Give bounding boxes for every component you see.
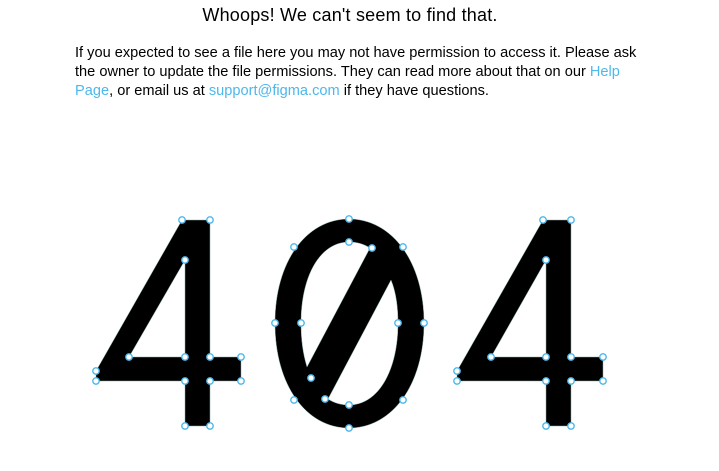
vector-point-handle bbox=[542, 377, 550, 385]
vector-point-handle bbox=[567, 216, 575, 224]
vector-point-handle bbox=[125, 353, 133, 361]
vector-point-handle bbox=[321, 395, 329, 403]
vector-point-handle bbox=[271, 319, 279, 327]
vector-point-handle bbox=[539, 216, 547, 224]
digit-four-right bbox=[456, 219, 604, 427]
vector-point-handle bbox=[345, 401, 353, 409]
error-message: If you expected to see a file here you m… bbox=[75, 44, 645, 101]
vector-point-handle bbox=[206, 216, 214, 224]
vector-point-handle bbox=[181, 353, 189, 361]
vector-point-handle bbox=[399, 243, 407, 251]
404-vector-graphic: 404 bbox=[92, 215, 607, 432]
vector-point-handle bbox=[542, 353, 550, 361]
vector-point-handle bbox=[567, 377, 575, 385]
vector-point-handle bbox=[237, 353, 245, 361]
vector-point-handle bbox=[567, 422, 575, 430]
vector-point-handle bbox=[206, 353, 214, 361]
digit-four-left bbox=[95, 219, 242, 427]
vector-point-handle bbox=[567, 353, 575, 361]
message-text-2: , or email us at bbox=[109, 83, 209, 99]
vector-point-handle bbox=[237, 377, 245, 385]
vector-point-handle bbox=[453, 367, 461, 375]
vector-point-handle bbox=[181, 256, 189, 264]
vector-point-handle bbox=[542, 422, 550, 430]
message-text-1: If you expected to see a file here you m… bbox=[75, 45, 637, 80]
vector-point-handle bbox=[92, 377, 100, 385]
vector-point-handle bbox=[599, 353, 607, 361]
vector-point-handle bbox=[290, 396, 298, 404]
vector-point-handle bbox=[297, 319, 305, 327]
vector-point-handle bbox=[178, 216, 186, 224]
vector-point-handle bbox=[399, 396, 407, 404]
vector-point-handle bbox=[453, 377, 461, 385]
vector-point-handle bbox=[206, 422, 214, 430]
vector-point-handle bbox=[345, 424, 353, 432]
message-text-3: if they have questions. bbox=[339, 83, 489, 99]
vector-point-handle bbox=[181, 377, 189, 385]
vector-point-handle bbox=[599, 377, 607, 385]
vector-point-handle bbox=[92, 367, 100, 375]
support-email-link[interactable]: support@figma.com bbox=[209, 83, 340, 99]
vector-point-handle bbox=[368, 244, 376, 252]
vector-point-handle bbox=[307, 374, 315, 382]
vector-point-handle bbox=[181, 422, 189, 430]
vector-point-handle bbox=[420, 319, 428, 327]
error-heading: Whoops! We can't seem to find that. bbox=[202, 5, 498, 25]
vector-point-handle bbox=[345, 215, 353, 223]
vector-point-handle bbox=[206, 377, 214, 385]
vector-point-handle bbox=[542, 256, 550, 264]
vector-point-handle bbox=[487, 353, 495, 361]
vector-point-handle bbox=[290, 243, 298, 251]
vector-point-handle bbox=[345, 238, 353, 246]
vector-point-handle bbox=[394, 319, 402, 327]
